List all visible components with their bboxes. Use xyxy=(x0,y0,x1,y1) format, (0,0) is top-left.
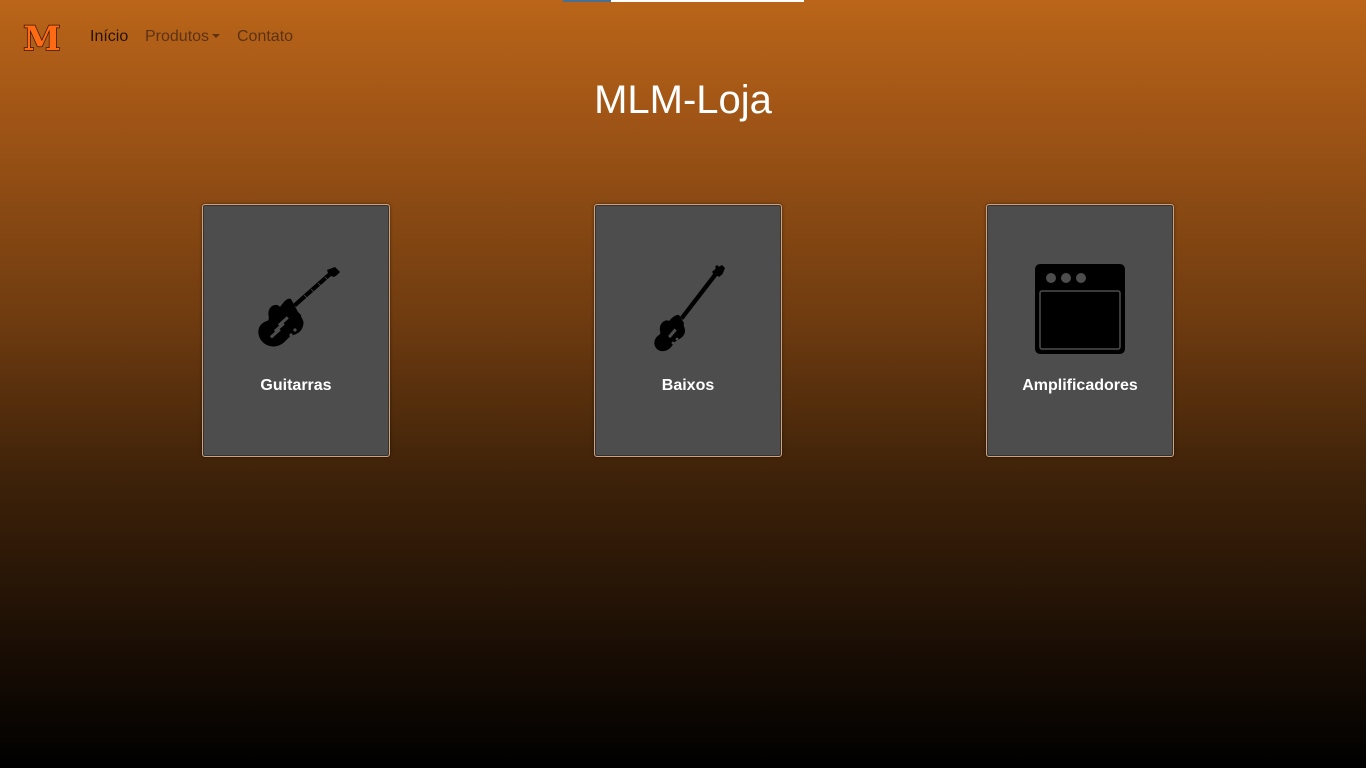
category-card-baixos[interactable]: Baixos xyxy=(594,204,782,457)
bass-guitar-icon xyxy=(654,265,725,352)
chevron-down-icon xyxy=(212,34,221,38)
page-title: MLM-Loja xyxy=(594,78,772,122)
nav-item-produtos-dropdown[interactable]: Produtos xyxy=(145,27,221,47)
category-label: Guitarras xyxy=(260,377,332,394)
category-label: Amplificadores xyxy=(1022,377,1138,394)
brand-m-logo[interactable]: M xyxy=(22,18,62,60)
svg-text:M: M xyxy=(23,20,61,56)
category-label: Baixos xyxy=(661,377,715,394)
category-card-amplificadores[interactable]: Amplificadores xyxy=(986,204,1174,457)
amplifier-icon xyxy=(1035,264,1125,354)
category-card-guitarras[interactable]: Guitarras xyxy=(202,204,390,457)
electric-guitar-icon xyxy=(258,267,340,347)
navbar: M Início Produtos Contato xyxy=(0,0,1366,76)
nav-item-produtos-label: Produtos xyxy=(145,28,210,45)
nav-item-inicio[interactable]: Início xyxy=(90,27,128,47)
brand-logo-icon: M xyxy=(22,18,61,60)
nav-item-contato[interactable]: Contato xyxy=(237,27,293,47)
